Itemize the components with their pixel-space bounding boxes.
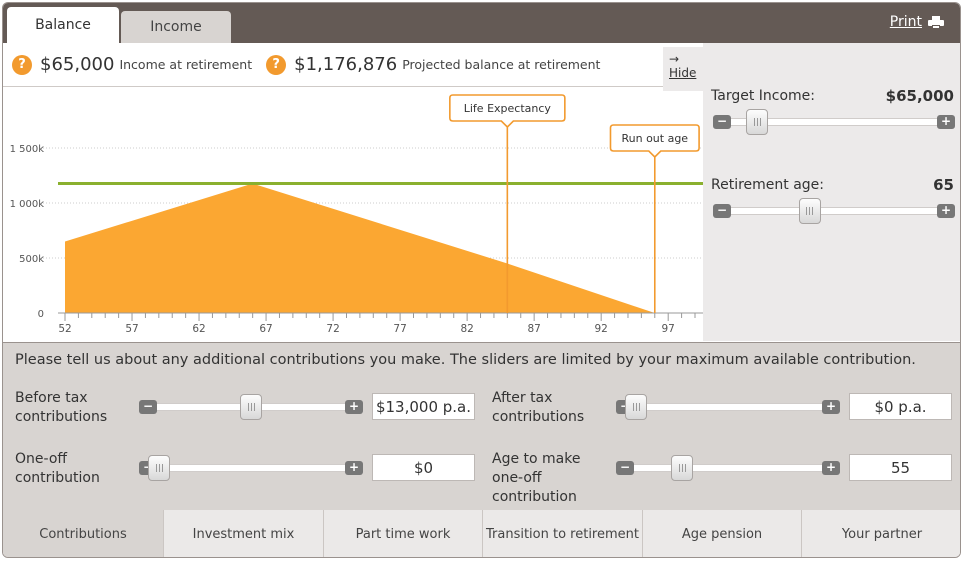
x-tick-label: 77 <box>393 323 406 335</box>
target-income-value: $65,000 <box>885 87 954 105</box>
decrease-button[interactable]: − <box>139 400 157 414</box>
age-one-off-label: Age to make one-off contribution <box>492 451 581 505</box>
arrow-right-icon: → <box>669 52 680 66</box>
age-one-off-slider[interactable]: − + <box>616 455 840 481</box>
x-tick-label: 72 <box>326 323 339 335</box>
before-tax-label: Before tax contributions <box>15 390 108 425</box>
x-tick-label: 97 <box>662 323 675 335</box>
income-at-retirement-value: $65,000 <box>40 54 115 75</box>
tab-investment-mix[interactable]: Investment mix <box>163 510 323 557</box>
printer-icon[interactable] <box>928 15 944 29</box>
tab-transition-to-retirement[interactable]: Transition to retirement <box>482 510 642 557</box>
retirement-calculator: Balance Income Print ? $65,000 Income at… <box>2 2 961 558</box>
after-tax-label: After tax contributions <box>492 390 585 425</box>
retirement-age-value: 65 <box>933 176 954 194</box>
slider-track[interactable] <box>713 207 955 215</box>
projected-balance-label: Projected balance at retirement <box>402 57 601 72</box>
target-income-label: Target Income: <box>711 88 815 104</box>
after-tax-slider[interactable]: − + <box>616 394 840 420</box>
x-tick-label: 82 <box>460 323 473 335</box>
tab-balance[interactable]: Balance <box>7 7 119 43</box>
slider-track[interactable] <box>139 464 363 472</box>
increase-button[interactable]: + <box>345 400 363 414</box>
balance-area <box>65 183 695 313</box>
one-off-label: One-off contribution <box>15 451 100 486</box>
decrease-button[interactable]: − <box>616 461 634 475</box>
summary-row: ? $65,000 Income at retirement ? $1,176,… <box>3 43 703 87</box>
increase-button[interactable]: + <box>937 204 955 218</box>
decrease-button[interactable]: − <box>713 204 731 218</box>
tab-part-time-work[interactable]: Part time work <box>323 510 482 557</box>
settings-panel: → Hide Target Income: $65,000 − + Retire… <box>663 43 960 341</box>
one-off-slider[interactable]: − + <box>139 455 363 481</box>
hide-panel-button[interactable]: → Hide <box>663 47 703 91</box>
tab-contributions[interactable]: Contributions <box>3 510 163 557</box>
income-at-retirement-label: Income at retirement <box>119 57 253 72</box>
target-income-slider[interactable]: − + <box>713 109 955 135</box>
retirement-age-slider[interactable]: − + <box>713 198 955 224</box>
projected-balance-value: $1,176,876 <box>294 54 398 75</box>
increase-button[interactable]: + <box>822 400 840 414</box>
tab-age-pension[interactable]: Age pension <box>642 510 801 557</box>
increase-button[interactable]: + <box>822 461 840 475</box>
x-tick-label: 62 <box>192 323 205 335</box>
slider-track[interactable] <box>616 403 840 411</box>
print-label[interactable]: Print <box>890 14 922 30</box>
tab-your-partner[interactable]: Your partner <box>801 510 960 557</box>
retirement-age-label: Retirement age: <box>711 177 825 193</box>
balance-chart: 0 500k 1 000k 1 500k 52 57 62 67 72 77 82 87 92 97 Lif… <box>3 87 703 341</box>
x-tick-label: 52 <box>58 323 71 335</box>
after-tax-value[interactable]: $0 p.a. <box>849 393 952 420</box>
before-tax-value[interactable]: $13,000 p.a. <box>372 393 475 420</box>
age-one-off-value[interactable]: 55 <box>849 454 952 481</box>
hide-label[interactable]: Hide <box>669 66 703 80</box>
help-icon[interactable]: ? <box>12 54 32 75</box>
x-tick-label: 92 <box>594 323 607 335</box>
increase-button[interactable]: + <box>937 115 955 129</box>
slider-thumb[interactable] <box>625 394 647 420</box>
header-bar: Balance Income Print <box>3 3 960 43</box>
decrease-button[interactable]: − <box>713 115 731 129</box>
contributions-panel: Please tell us about any additional cont… <box>3 342 960 510</box>
increase-button[interactable]: + <box>345 461 363 475</box>
bottom-tab-bar: Contributions Investment mix Part time w… <box>3 510 960 557</box>
slider-thumb[interactable] <box>746 109 769 135</box>
slider-thumb[interactable] <box>240 394 262 420</box>
balance-chart-svg: 0 500k 1 000k 1 500k 52 57 62 67 72 77 82 87 92 97 Lif… <box>10 94 703 335</box>
before-tax-slider[interactable]: − + <box>139 394 363 420</box>
y-tick-label: 1 500k <box>10 144 45 155</box>
one-off-value[interactable]: $0 <box>372 454 475 481</box>
x-tick-label: 67 <box>259 323 272 335</box>
tab-income[interactable]: Income <box>121 11 231 43</box>
help-icon[interactable]: ? <box>266 54 287 75</box>
print-button[interactable]: Print <box>890 14 944 30</box>
slider-thumb[interactable] <box>148 455 170 481</box>
y-tick-label: 500k <box>19 254 44 265</box>
x-tick-label: 57 <box>125 323 138 335</box>
slider-thumb[interactable] <box>798 198 821 224</box>
slider-thumb[interactable] <box>671 455 693 481</box>
y-tick-label: 0 <box>38 309 44 320</box>
annotation-label: Life Expectancy <box>464 102 552 115</box>
slider-track[interactable] <box>616 464 840 472</box>
annotation-label: Run out age <box>621 132 688 145</box>
contributions-message: Please tell us about any additional cont… <box>15 352 916 368</box>
y-tick-label: 1 000k <box>10 199 45 210</box>
x-tick-label: 87 <box>527 323 540 335</box>
